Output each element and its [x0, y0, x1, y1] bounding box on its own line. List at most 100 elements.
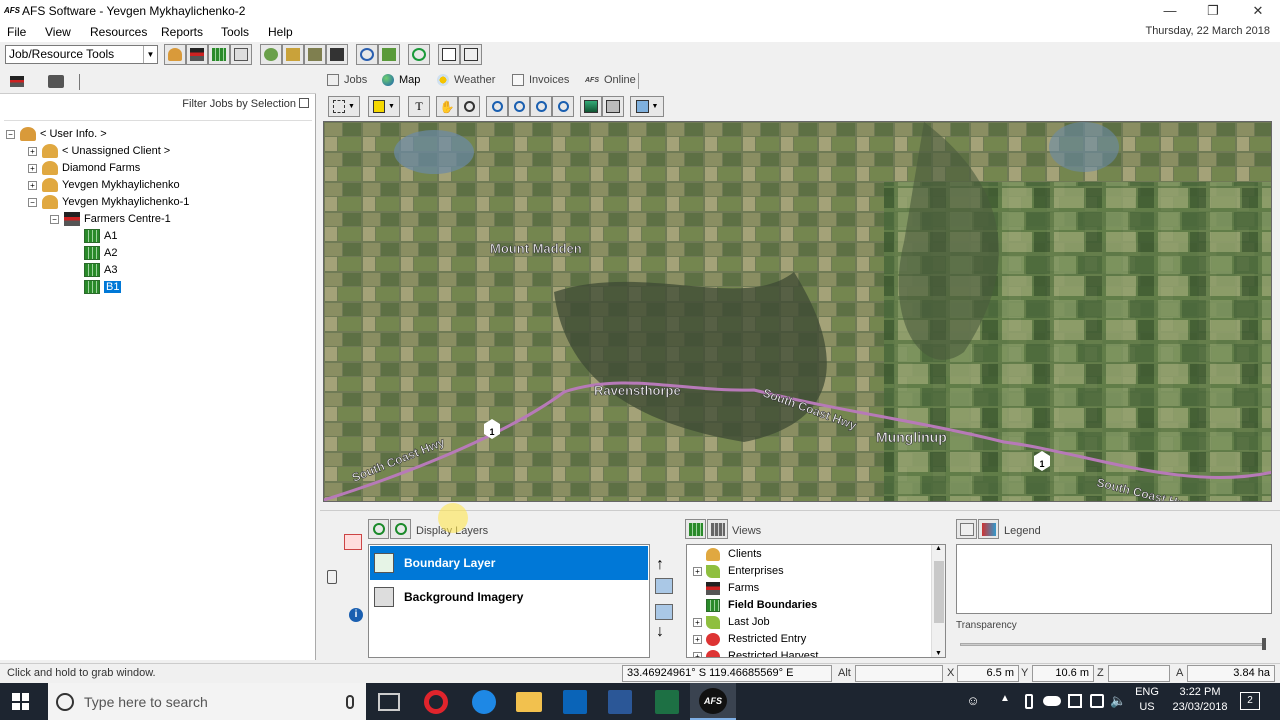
scrollbar-thumb[interactable] [934, 561, 944, 623]
layer-settings-button[interactable] [655, 604, 673, 620]
tree-node[interactable]: B1 [84, 279, 122, 295]
legend-button-2[interactable] [978, 519, 999, 539]
tree-node[interactable]: − < User Info. > [6, 126, 107, 142]
expand-icon[interactable]: + [28, 146, 37, 156]
menu-file[interactable]: File [7, 25, 26, 39]
zoom-in-button[interactable] [486, 96, 508, 117]
menu-tools[interactable]: Tools [221, 25, 249, 39]
afs-taskbar-button[interactable]: AFS [690, 683, 736, 720]
export-image-button[interactable] [580, 96, 602, 117]
search-tool-button[interactable] [356, 44, 378, 65]
view-item[interactable]: + Restricted Entry [693, 631, 806, 647]
zoom-out-button[interactable] [508, 96, 530, 117]
filter-jobs-checkbox[interactable] [299, 98, 309, 108]
expand-icon[interactable]: + [28, 180, 37, 190]
menu-help[interactable]: Help [268, 25, 293, 39]
menu-view[interactable]: View [45, 25, 71, 39]
info-icon[interactable]: i [349, 608, 363, 622]
view-item[interactable]: Field Boundaries [693, 597, 817, 613]
move-layer-up-button[interactable]: ↑ [656, 556, 664, 574]
taskbar-search-box[interactable]: Type here to search [48, 683, 366, 720]
action-center-icon[interactable] [1090, 694, 1104, 708]
farm-view-tab[interactable] [10, 76, 24, 87]
document-button[interactable] [438, 44, 460, 65]
views-button-2[interactable] [707, 519, 728, 539]
expand-icon[interactable]: + [693, 634, 702, 644]
client-tool-button[interactable] [164, 44, 186, 65]
expand-icon[interactable]: + [693, 651, 702, 657]
menu-reports[interactable]: Reports [161, 25, 203, 39]
battery-icon[interactable] [1025, 694, 1033, 709]
refresh-button[interactable] [408, 44, 430, 65]
tree-node[interactable]: + < Unassigned Client > [28, 143, 170, 159]
scroll-up-icon[interactable]: ▲ [935, 545, 942, 552]
tab-online[interactable]: AFS Online [585, 74, 636, 86]
tree-node[interactable]: + Diamond Farms [28, 160, 140, 176]
magnify-tool-button[interactable] [458, 96, 480, 117]
view-item[interactable]: + Enterprises [693, 563, 784, 579]
tab-weather[interactable]: Weather [437, 74, 495, 86]
view-item[interactable]: + Restricted Harvest [693, 648, 818, 657]
pan-tool-button[interactable]: ✋ [436, 96, 458, 117]
word-icon[interactable] [608, 690, 632, 714]
outlook-icon[interactable] [563, 690, 587, 714]
collapse-icon[interactable]: − [28, 197, 37, 207]
notifications-icon[interactable]: 2 [1240, 692, 1260, 710]
tab-map[interactable]: Map [382, 74, 420, 86]
file-explorer-icon[interactable] [516, 692, 542, 712]
tool-mode-select[interactable]: Job/Resource Tools ▼ [5, 45, 158, 64]
transparency-slider-handle[interactable] [1262, 638, 1266, 650]
expand-icon[interactable]: + [28, 163, 37, 173]
layer-properties-button[interactable] [655, 578, 673, 594]
tree-node[interactable]: A2 [84, 245, 117, 261]
tree-node[interactable]: + Yevgen Mykhaylichenko [28, 177, 180, 193]
close-button[interactable]: ✕ [1238, 0, 1278, 22]
layer-grid-icon[interactable] [344, 534, 362, 550]
farm-tool-button[interactable] [186, 44, 208, 65]
tab-invoices[interactable]: Invoices [512, 74, 569, 86]
tree-node[interactable]: A3 [84, 262, 117, 278]
zoom-selection-button[interactable] [552, 96, 574, 117]
layer-background-imagery[interactable]: Background Imagery [370, 580, 648, 614]
layer-boundary[interactable]: Boundary Layer [370, 546, 648, 580]
tree-node[interactable]: A1 [84, 228, 117, 244]
volume-icon[interactable]: 🔈 [1110, 693, 1126, 709]
tab-jobs[interactable]: Jobs [327, 74, 367, 86]
machine-tool-button[interactable] [282, 44, 304, 65]
taskbar-clock[interactable]: 3:22 PM 23/03/2018 [1168, 686, 1232, 713]
map-settings-button[interactable]: ▼ [630, 96, 664, 117]
clipboard-icon[interactable] [327, 570, 337, 584]
task-view-icon[interactable] [378, 693, 400, 711]
edge-icon[interactable] [472, 690, 496, 714]
tree-node[interactable]: − Yevgen Mykhaylichenko-1 [28, 194, 189, 210]
filter-jobs-toggle[interactable]: Filter Jobs by Selection [182, 98, 309, 110]
minimize-button[interactable]: — [1150, 0, 1190, 22]
opera-icon[interactable] [424, 690, 448, 714]
excel-icon[interactable] [655, 690, 679, 714]
people-icon[interactable]: ☺ [965, 693, 981, 709]
onedrive-icon[interactable] [1043, 696, 1061, 706]
refresh-layers-button[interactable] [390, 519, 411, 539]
draw-tool-button[interactable]: ▼ [368, 96, 400, 117]
restore-button[interactable]: ❐ [1193, 0, 1233, 22]
views-button-1[interactable] [685, 519, 706, 539]
microphone-icon[interactable] [346, 694, 354, 709]
windows-start-icon[interactable] [12, 693, 29, 710]
zoom-extent-button[interactable] [530, 96, 552, 117]
tree-node[interactable]: − Farmers Centre-1 [50, 211, 171, 227]
satellite-map[interactable]: 1 1 Mount Madden Ravensthorpe Munglinup … [323, 121, 1272, 502]
expand-icon[interactable]: + [693, 617, 702, 627]
move-layer-down-button[interactable]: ↓ [656, 623, 664, 641]
network-icon[interactable] [1068, 694, 1082, 708]
scroll-down-icon[interactable]: ▼ [935, 650, 942, 657]
view-item[interactable]: Clients [693, 546, 762, 562]
report-tool-button[interactable] [230, 44, 252, 65]
add-layer-button[interactable] [368, 519, 389, 539]
menu-resources[interactable]: Resources [90, 25, 147, 39]
field-tool-button[interactable] [208, 44, 230, 65]
expand-icon[interactable]: + [693, 566, 702, 576]
vehicle-tool-button[interactable] [326, 44, 348, 65]
views-scrollbar[interactable]: ▲ ▼ [931, 545, 945, 657]
view-item[interactable]: Farms [693, 580, 759, 596]
collapse-icon[interactable]: − [6, 129, 15, 139]
